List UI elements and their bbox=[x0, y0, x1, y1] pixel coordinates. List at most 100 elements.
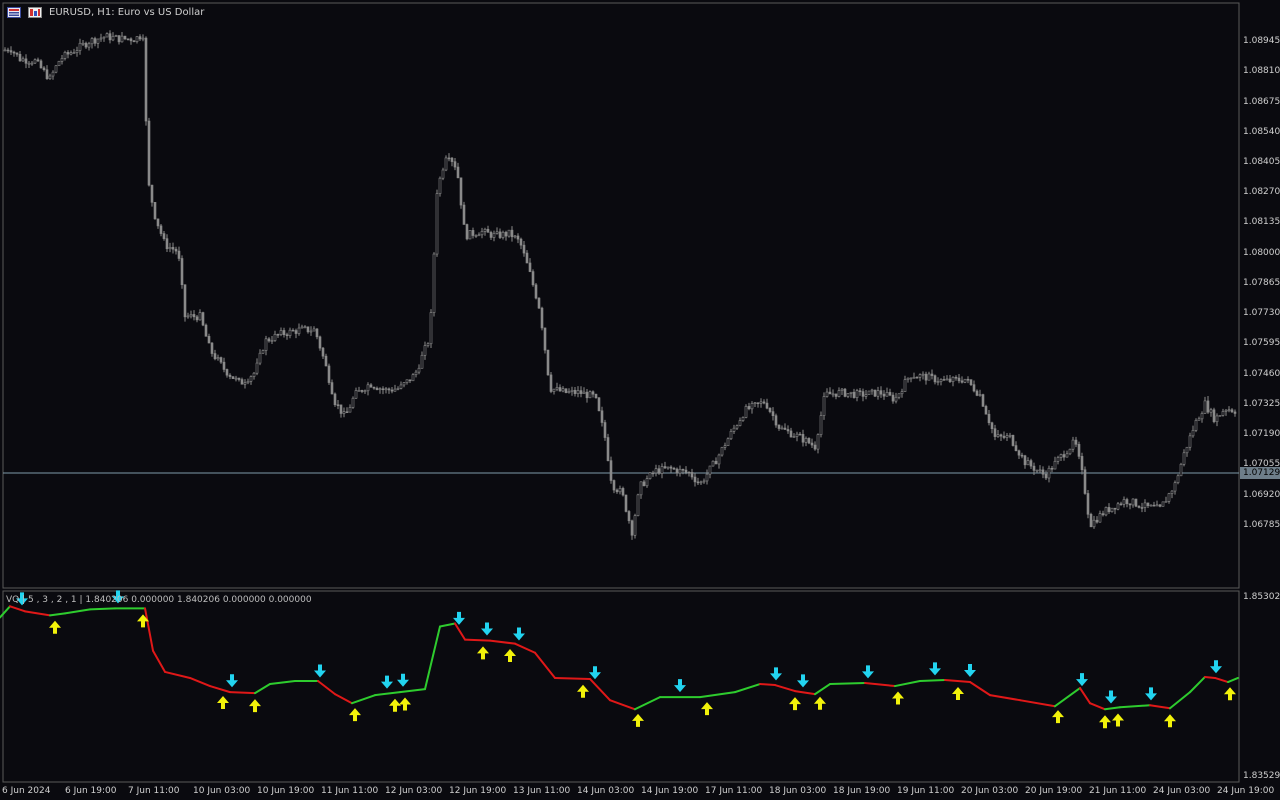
candle-body bbox=[1095, 519, 1099, 523]
price-tick-label: 1.08675 bbox=[1243, 96, 1280, 107]
candle-body bbox=[69, 52, 73, 55]
buy-arrow-icon bbox=[632, 713, 644, 727]
candle-body bbox=[291, 329, 295, 332]
candle-body bbox=[93, 38, 97, 44]
candle-body bbox=[225, 369, 229, 376]
candle-body bbox=[1020, 454, 1024, 457]
candle-body bbox=[213, 353, 217, 360]
candle-body bbox=[1026, 460, 1030, 466]
candle-body bbox=[450, 157, 454, 162]
time-tick-label: 18 Jun 03:00 bbox=[769, 786, 827, 796]
indicator-panel-border bbox=[2, 590, 1240, 783]
candle-body bbox=[681, 468, 685, 471]
candle-body bbox=[1044, 473, 1048, 479]
indicator-scale-bottom: 1.835290 bbox=[1243, 771, 1280, 781]
candle-body bbox=[549, 374, 553, 392]
candle-body bbox=[780, 427, 784, 430]
vq-line-segment bbox=[554, 676, 591, 680]
candle-body bbox=[333, 393, 337, 406]
vq-line-segment bbox=[254, 683, 271, 695]
candle-body bbox=[585, 391, 589, 399]
candle-body bbox=[336, 404, 340, 407]
bars-icon[interactable] bbox=[28, 7, 42, 18]
candle-body bbox=[165, 238, 169, 250]
candle-body bbox=[765, 402, 769, 409]
candle-body bbox=[849, 391, 853, 394]
candle-body bbox=[1071, 439, 1075, 450]
candle-body bbox=[879, 390, 883, 395]
price-tick-label: 1.08270 bbox=[1243, 187, 1280, 198]
candle-body bbox=[492, 233, 496, 238]
candle-body bbox=[1005, 435, 1009, 438]
candle-body bbox=[1083, 469, 1087, 494]
candle-body bbox=[15, 52, 19, 55]
candle-body bbox=[714, 460, 718, 465]
sell-arrow-icon bbox=[589, 666, 601, 680]
chart-grid-icon[interactable] bbox=[7, 7, 21, 18]
candle-body bbox=[306, 326, 310, 333]
vq-line-segment bbox=[144, 607, 154, 652]
trading-chart[interactable]: EURUSD, H1: Euro vs US Dollar VQ | 5 , 3… bbox=[0, 0, 1280, 800]
candle-body bbox=[375, 387, 379, 391]
time-tick-label: 20 Jun 03:00 bbox=[961, 786, 1019, 796]
candle-body bbox=[204, 324, 208, 337]
time-tick-label: 24 Jun 19:00 bbox=[1217, 786, 1275, 796]
candle-body bbox=[123, 35, 127, 40]
chart-canvas[interactable] bbox=[0, 0, 1280, 800]
sell-arrow-icon bbox=[929, 662, 941, 676]
candle-body bbox=[825, 391, 829, 397]
candle-body bbox=[75, 50, 79, 53]
candle-body bbox=[1008, 434, 1012, 437]
candle-body bbox=[930, 373, 934, 376]
vq-line-segment bbox=[0, 605, 11, 619]
candle-body bbox=[852, 391, 856, 398]
candle-body bbox=[162, 233, 166, 239]
time-tick-label: 14 Jun 19:00 bbox=[641, 786, 699, 796]
vq-line-segment bbox=[534, 651, 556, 679]
vq-line-segment bbox=[399, 688, 426, 694]
candle-body bbox=[759, 401, 763, 404]
vq-line-segment bbox=[189, 676, 211, 688]
time-tick-label: 18 Jun 19:00 bbox=[833, 786, 891, 796]
vq-line-segment bbox=[814, 683, 831, 696]
candle-body bbox=[276, 333, 280, 336]
vq-line-segment bbox=[699, 691, 736, 699]
candle-body bbox=[429, 312, 433, 345]
candle-body bbox=[285, 334, 289, 337]
candle-body bbox=[1209, 409, 1213, 413]
vq-signal-arrows bbox=[16, 590, 1236, 729]
candle-body bbox=[672, 467, 676, 470]
candle-body bbox=[126, 38, 130, 41]
candle-body bbox=[513, 235, 517, 238]
candle-body bbox=[42, 67, 46, 71]
candle-body bbox=[663, 466, 667, 469]
candle-body bbox=[906, 377, 910, 380]
candle-body bbox=[699, 481, 703, 484]
candle-body bbox=[405, 379, 409, 383]
candle-body bbox=[1182, 452, 1186, 465]
candle-body bbox=[777, 424, 781, 429]
candle-body bbox=[612, 480, 616, 491]
candle-body bbox=[198, 312, 202, 321]
candle-body bbox=[516, 235, 520, 240]
price-tick-label: 1.08135 bbox=[1243, 217, 1280, 228]
candle-body bbox=[321, 347, 325, 357]
candle-body bbox=[855, 390, 859, 398]
candle-body bbox=[186, 315, 190, 318]
candle-body bbox=[1086, 493, 1090, 515]
price-tick-label: 1.06920 bbox=[1243, 489, 1280, 500]
vq-line-segment bbox=[864, 682, 896, 688]
candle-body bbox=[240, 379, 244, 385]
candle-body bbox=[918, 374, 922, 378]
candle-body bbox=[102, 36, 106, 39]
vq-line-segment bbox=[317, 680, 336, 696]
candle-body bbox=[1197, 418, 1201, 421]
price-tick-label: 1.07460 bbox=[1243, 368, 1280, 379]
candle-body bbox=[3, 49, 7, 52]
candle-body bbox=[705, 473, 709, 482]
candle-body bbox=[402, 382, 406, 386]
candle-body bbox=[711, 460, 715, 467]
candle-body bbox=[564, 388, 568, 393]
candle-body bbox=[1176, 475, 1180, 484]
vq-line-segment bbox=[1119, 704, 1151, 709]
